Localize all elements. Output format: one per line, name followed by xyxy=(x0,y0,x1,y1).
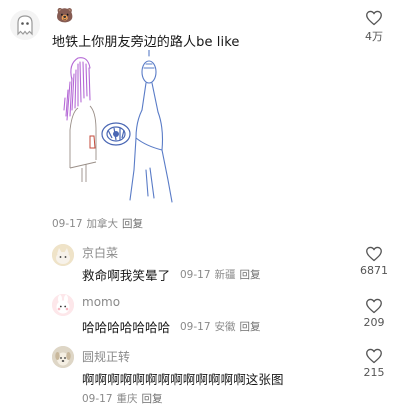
comment-sketch-image[interactable] xyxy=(50,50,178,208)
dog-avatar-icon xyxy=(52,346,74,368)
comment-date: 09-17 xyxy=(52,218,83,230)
comment-location: 重庆 xyxy=(116,393,138,405)
reply-button[interactable]: 回复 xyxy=(122,218,143,230)
comment-date: 09-17 xyxy=(82,393,113,405)
comment-text: 哈哈哈哈哈哈哈 xyxy=(82,320,171,335)
comment-date: 09-17 xyxy=(180,269,211,281)
like-count: 215 xyxy=(363,366,385,379)
heart-icon xyxy=(366,246,382,262)
username[interactable]: 京白菜 xyxy=(82,244,118,261)
comment-meta: 09-17 重庆 回复 xyxy=(82,391,167,406)
post-comment: 🐻 地铁上你朋友旁边的路人be like 09-17 加拿大 回复 4万 xyxy=(0,0,400,232)
reply-button[interactable]: 回复 xyxy=(142,393,163,405)
username[interactable]: momo xyxy=(82,295,120,309)
comment-date: 09-17 xyxy=(180,321,211,333)
comment-meta: 09-17 安徽 回复 xyxy=(180,319,265,334)
reply-comment: 圆规正转 啊啊啊啊啊啊啊啊啊啊啊啊啊这张图 09-17 重庆 回复 215 xyxy=(0,342,400,411)
like-count: 4万 xyxy=(365,30,383,43)
like-button[interactable]: 215 xyxy=(354,348,394,379)
heart-icon xyxy=(366,298,382,314)
like-count: 209 xyxy=(363,316,385,329)
reply-button[interactable]: 回复 xyxy=(240,269,261,281)
comment-text: 救命啊我笑晕了 xyxy=(82,268,171,283)
username-emoji[interactable]: 🐻 xyxy=(56,8,73,24)
heart-icon xyxy=(366,10,382,26)
comment-text: 地铁上你朋友旁边的路人be like xyxy=(52,35,240,50)
heart-icon xyxy=(366,348,382,364)
avatar[interactable] xyxy=(52,346,74,368)
comment-location: 加拿大 xyxy=(86,218,119,230)
reply-comment: 京白菜 救命啊我笑晕了 09-17 新疆 回复 6871 xyxy=(0,236,400,288)
comment-location: 新疆 xyxy=(214,269,236,281)
reply-comment: momo 哈哈哈哈哈哈哈 09-17 安徽 回复 209 xyxy=(0,290,400,342)
like-button[interactable]: 6871 xyxy=(354,246,394,277)
bunny-avatar-icon xyxy=(52,294,74,316)
comment-meta: 09-17 加拿大 回复 xyxy=(52,216,147,231)
comment-meta: 09-17 新疆 回复 xyxy=(180,267,265,282)
username[interactable]: 圆规正转 xyxy=(82,348,130,365)
comment-location: 安徽 xyxy=(214,321,236,333)
like-button[interactable]: 4万 xyxy=(354,10,394,44)
avatar[interactable] xyxy=(52,244,74,266)
avatar[interactable] xyxy=(52,294,74,316)
like-count: 6871 xyxy=(360,264,388,277)
cat-avatar-icon xyxy=(52,244,74,266)
avatar[interactable] xyxy=(10,10,40,40)
ghost-avatar-icon xyxy=(17,15,33,36)
reply-button[interactable]: 回复 xyxy=(240,321,261,333)
comment-text: 啊啊啊啊啊啊啊啊啊啊啊啊啊这张图 xyxy=(82,372,284,387)
like-button[interactable]: 209 xyxy=(354,298,394,329)
